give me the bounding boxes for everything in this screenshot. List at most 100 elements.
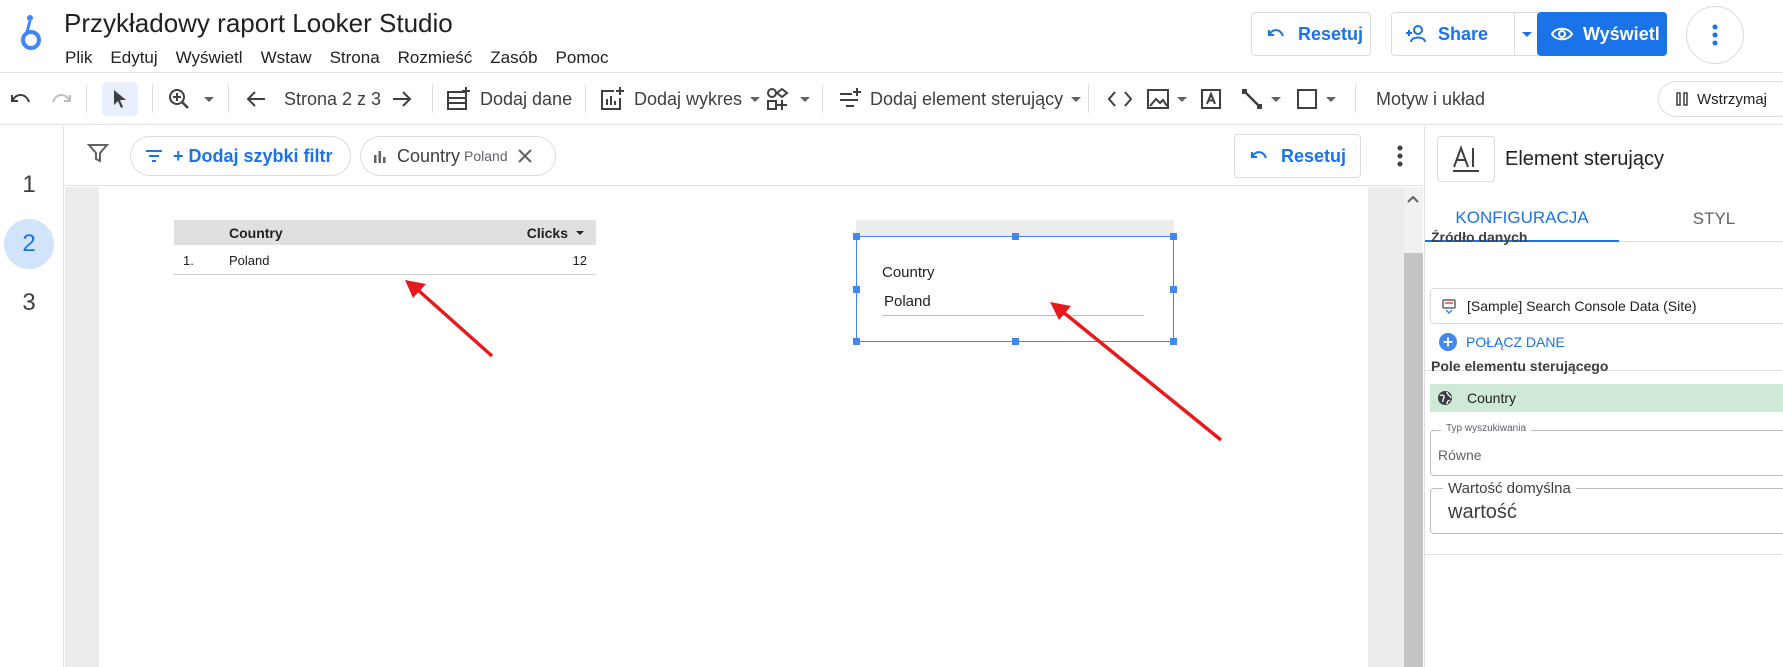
resize-handle[interactable] bbox=[853, 286, 860, 293]
cell-country: Poland bbox=[229, 253, 270, 268]
menu-view[interactable]: Wyświetl bbox=[167, 46, 252, 70]
resize-handle[interactable] bbox=[853, 233, 860, 240]
control-value[interactable]: Poland bbox=[884, 293, 931, 310]
data-source-selector[interactable]: [Sample] Search Console Data (Site) bbox=[1430, 288, 1783, 324]
embed-url-button[interactable] bbox=[1107, 73, 1133, 125]
resize-handle[interactable] bbox=[1170, 338, 1177, 345]
view-label: Wyświetl bbox=[1583, 23, 1660, 44]
toolbar-divider bbox=[1355, 85, 1356, 113]
toolbar-divider bbox=[86, 85, 87, 113]
toolbar: Strona 2 z 3 Dodaj dane Dodaj wykres Dod… bbox=[0, 72, 1783, 125]
control-field-section-title: Pole elementu sterującego bbox=[1431, 358, 1609, 374]
reset-button[interactable]: Resetuj bbox=[1251, 12, 1371, 56]
data-source-name: [Sample] Search Console Data (Site) bbox=[1467, 298, 1697, 314]
add-control-button[interactable]: Dodaj element sterujący bbox=[838, 73, 1082, 125]
scrollbar-thumb[interactable] bbox=[1404, 253, 1423, 667]
image-icon bbox=[1147, 89, 1169, 109]
search-console-icon bbox=[1442, 299, 1456, 314]
add-quick-filter-button[interactable]: + Dodaj szybki filtr bbox=[130, 136, 351, 176]
menu-arrange[interactable]: Rozmieść bbox=[389, 46, 482, 70]
looker-studio-logo-icon[interactable] bbox=[18, 14, 44, 52]
add-data-button[interactable]: Dodaj dane bbox=[446, 73, 572, 125]
search-type-value: Równe bbox=[1438, 447, 1482, 463]
pause-icon bbox=[1676, 92, 1688, 106]
filter-icon[interactable] bbox=[86, 142, 110, 169]
chevron-up-icon[interactable] bbox=[1406, 191, 1420, 209]
chevron-down-icon bbox=[750, 96, 761, 102]
resize-handle[interactable] bbox=[1012, 233, 1019, 240]
column-header-country[interactable]: Country bbox=[229, 225, 283, 241]
data-table[interactable]: Country Clicks 1. Poland 12 bbox=[174, 220, 596, 275]
table-row: 1. Poland 12 bbox=[174, 245, 596, 275]
view-button[interactable]: Wyświetl bbox=[1537, 12, 1667, 56]
resize-handle[interactable] bbox=[1170, 233, 1177, 240]
filter-list-icon bbox=[146, 150, 162, 162]
default-value-label: Wartość domyślna bbox=[1443, 480, 1576, 497]
menu-page[interactable]: Strona bbox=[321, 46, 389, 70]
page-2-button[interactable]: 2 bbox=[4, 219, 54, 269]
chevron-down-icon bbox=[1522, 31, 1532, 37]
theme-layout-button[interactable]: Motyw i układ bbox=[1376, 73, 1485, 125]
search-type-label: Typ wyszukiwania bbox=[1441, 423, 1532, 434]
close-icon[interactable] bbox=[517, 149, 532, 163]
column-header-clicks[interactable]: Clicks bbox=[527, 225, 584, 241]
menu-bar: Plik Edytuj Wyświetl Wstaw Strona Rozmie… bbox=[56, 46, 617, 70]
column-header-clicks-label: Clicks bbox=[526, 225, 568, 241]
reset-label: Resetuj bbox=[1298, 23, 1364, 44]
more-vert-icon bbox=[1397, 145, 1403, 167]
chevron-down-icon bbox=[1271, 96, 1281, 102]
chevron-down-icon bbox=[1177, 96, 1187, 102]
control-field-chip[interactable]: Country bbox=[1430, 384, 1783, 412]
default-value-input[interactable]: Wartość domyślna wartość bbox=[1430, 480, 1783, 534]
share-button[interactable]: Share bbox=[1391, 12, 1515, 56]
resize-handle[interactable] bbox=[1170, 286, 1177, 293]
dropdown-control[interactable]: Country Poland bbox=[853, 233, 1177, 345]
page-1-button[interactable]: 1 bbox=[4, 160, 54, 210]
properties-panel: Element sterujący KONFIGURACJA STYL Źród… bbox=[1424, 126, 1783, 667]
report-title[interactable]: Przykładowy raport Looker Studio bbox=[64, 8, 453, 39]
toolbar-divider bbox=[585, 85, 586, 113]
menu-edit[interactable]: Edytuj bbox=[101, 46, 166, 70]
tab-style[interactable]: STYL bbox=[1619, 196, 1783, 242]
page-indicator: Strona 2 z 3 bbox=[284, 88, 382, 109]
add-component-button[interactable] bbox=[766, 73, 810, 125]
insert-image-button[interactable] bbox=[1147, 73, 1187, 125]
select-tool-button[interactable] bbox=[102, 82, 138, 116]
connect-data-button[interactable]: POŁĄCZ DANE bbox=[1439, 333, 1565, 351]
row-number: 1. bbox=[183, 253, 194, 268]
zoom-button[interactable] bbox=[168, 73, 214, 125]
filter-more-options-button[interactable] bbox=[1388, 142, 1412, 170]
arrow-left-icon bbox=[246, 91, 265, 107]
undo-button[interactable] bbox=[10, 73, 32, 125]
rectangle-icon bbox=[1297, 89, 1317, 109]
connect-data-label: POŁĄCZ DANE bbox=[1466, 334, 1565, 350]
page-3-button[interactable]: 3 bbox=[4, 278, 54, 328]
resize-handle[interactable] bbox=[1012, 338, 1019, 345]
add-filter-label: + Dodaj szybki filtr bbox=[173, 145, 333, 166]
redo-button[interactable] bbox=[50, 73, 72, 125]
add-person-icon bbox=[1406, 25, 1426, 43]
previous-page-button[interactable] bbox=[246, 73, 266, 125]
pause-updates-button[interactable]: Wstrzymaj bbox=[1658, 81, 1783, 117]
more-options-button[interactable] bbox=[1686, 6, 1744, 64]
cursor-icon bbox=[114, 90, 126, 108]
chevron-down-icon bbox=[1326, 96, 1336, 102]
menu-insert[interactable]: Wstaw bbox=[252, 46, 321, 70]
pause-label: Wstrzymaj bbox=[1697, 90, 1767, 108]
country-filter-chip[interactable]: Country Poland bbox=[360, 136, 556, 176]
next-page-button[interactable] bbox=[392, 73, 412, 125]
resize-handle[interactable] bbox=[853, 338, 860, 345]
search-type-select[interactable]: Typ wyszukiwania Równe bbox=[1430, 423, 1783, 476]
menu-file[interactable]: Plik bbox=[56, 46, 101, 70]
insert-shape-button[interactable] bbox=[1296, 73, 1336, 125]
line-icon bbox=[1242, 89, 1262, 109]
menu-help[interactable]: Pomoc bbox=[547, 46, 618, 70]
chevron-down-icon bbox=[1071, 96, 1082, 102]
insert-line-button[interactable] bbox=[1241, 73, 1281, 125]
add-chart-button[interactable]: Dodaj wykres bbox=[600, 73, 761, 125]
toolbar-divider bbox=[432, 85, 433, 113]
menu-resource[interactable]: Zasób bbox=[481, 46, 546, 70]
text-box-icon bbox=[1201, 89, 1221, 109]
filter-reset-button[interactable]: Resetuj bbox=[1234, 134, 1361, 178]
insert-text-button[interactable] bbox=[1200, 73, 1222, 125]
